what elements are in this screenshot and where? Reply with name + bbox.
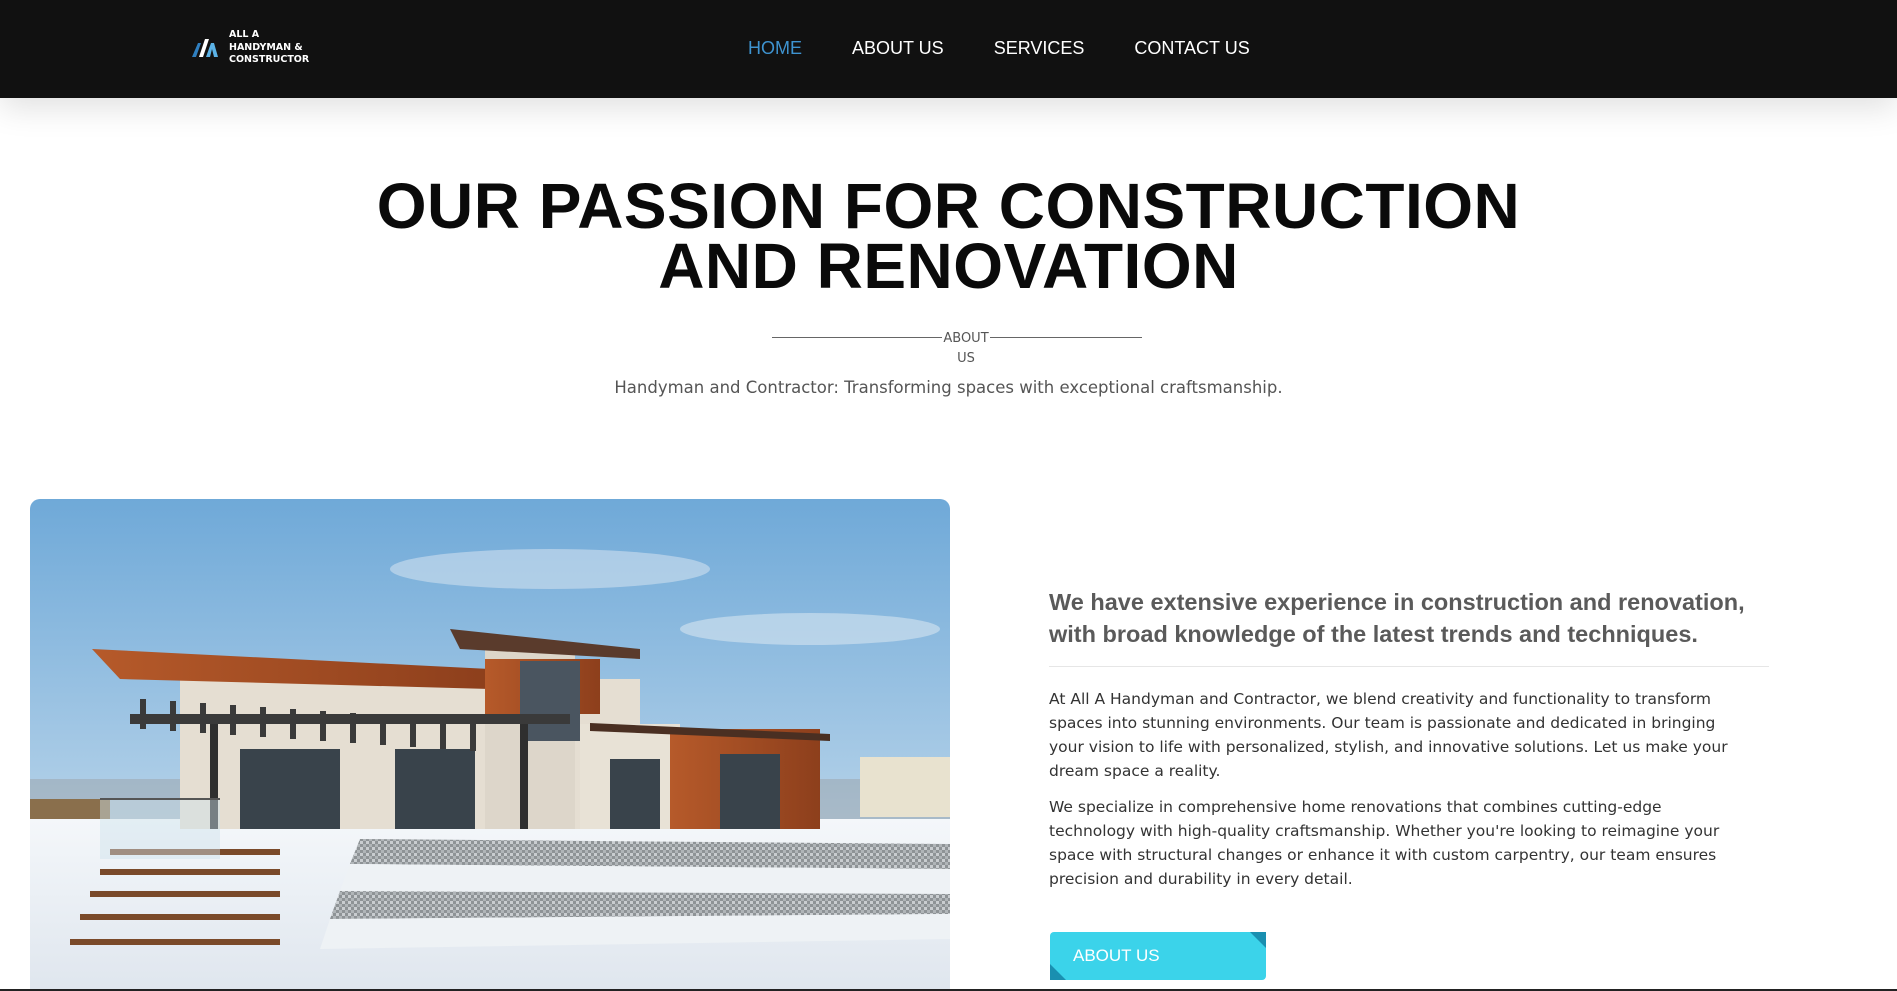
section-label-divider: ABOUT US <box>772 329 1142 369</box>
button-corner-decoration <box>1250 932 1266 948</box>
hero-subtitle: Handyman and Contractor: Transforming sp… <box>614 378 1283 397</box>
house-illustration <box>30 499 950 991</box>
house-photo <box>30 499 950 991</box>
nav-home[interactable]: HOME <box>748 37 802 59</box>
logo-line: HANDYMAN & <box>229 41 303 53</box>
section-label-line: US <box>957 351 975 366</box>
logo-text: ALL A HANDYMAN & CONSTRUCTOR <box>229 29 309 67</box>
nav-services[interactable]: SERVICES <box>994 37 1085 59</box>
logo-mark-icon <box>192 38 218 57</box>
section-label-line: ABOUT <box>943 331 989 346</box>
divider-line <box>772 337 942 338</box>
about-us-button[interactable]: ABOUT US <box>1050 932 1266 980</box>
page-title-line: OUR PASSION FOR CONSTRUCTION <box>376 170 1521 242</box>
page-title: OUR PASSION FOR CONSTRUCTION AND RENOVAT… <box>0 170 1897 302</box>
about-section: We have extensive experience in construc… <box>1049 586 1769 891</box>
site-header: ALL A HANDYMAN & CONSTRUCTOR HOME ABOUT … <box>0 0 1897 98</box>
page-title-line: AND RENOVATION <box>658 230 1239 302</box>
site-logo[interactable]: ALL A HANDYMAN & CONSTRUCTOR <box>190 29 309 67</box>
divider-line <box>990 337 1142 338</box>
main-nav: HOME ABOUT US SERVICES CONTACT US <box>748 37 1250 59</box>
button-corner-decoration <box>1050 964 1066 980</box>
logo-line: CONSTRUCTOR <box>229 54 310 65</box>
nav-about-us[interactable]: ABOUT US <box>852 37 944 59</box>
section-label: ABOUT US <box>942 329 990 369</box>
about-us-button-label: ABOUT US <box>1073 946 1160 965</box>
logo-line: ALL A <box>229 29 260 40</box>
about-heading: We have extensive experience in construc… <box>1049 586 1769 667</box>
about-paragraph: At All A Handyman and Contractor, we ble… <box>1049 690 1728 780</box>
about-paragraph: We specialize in comprehensive home reno… <box>1049 798 1720 888</box>
nav-contact-us[interactable]: CONTACT US <box>1134 37 1249 59</box>
